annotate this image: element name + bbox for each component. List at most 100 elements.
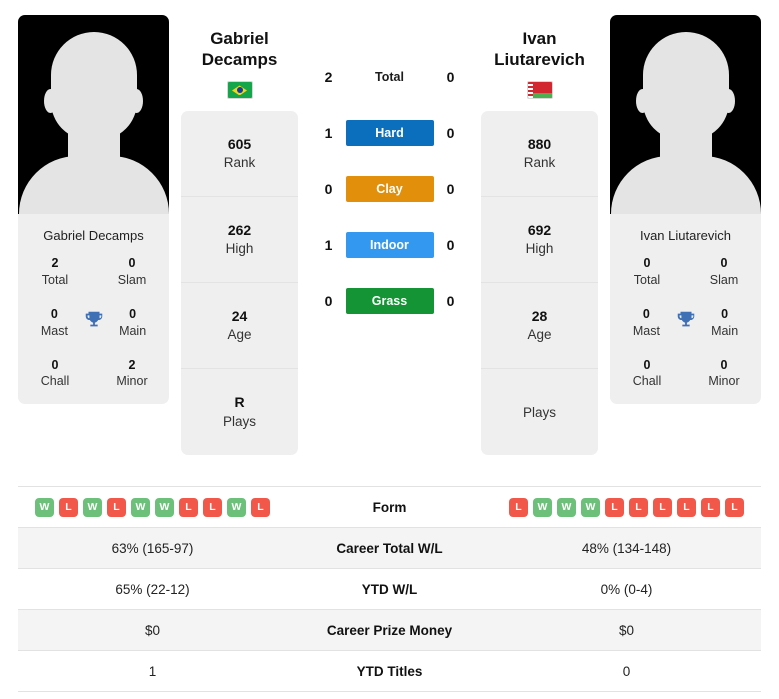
form-cell-right: LWWWLLLLLL [492, 497, 761, 517]
stat-label: Age [527, 327, 552, 343]
title-label: Main [711, 323, 739, 338]
form-badge-l[interactable]: L [251, 497, 270, 517]
h2h-left-score: 2 [324, 69, 333, 85]
form-badge-l[interactable]: L [605, 497, 624, 517]
title-stat-slam-right: 0 Slam [697, 255, 751, 289]
table-row-form: WLWLWWLLWL Form LWWWLLLLLL [18, 487, 761, 528]
form-badge-l[interactable]: L [629, 497, 648, 517]
form-badge-w[interactable]: W [533, 497, 552, 517]
stat-value: 24 [231, 307, 248, 324]
title-stat-minor-left: 2 Minor [105, 357, 159, 391]
value-left: 65% (22-12) [115, 581, 190, 597]
h2h-label-grass[interactable]: Grass [345, 288, 434, 314]
form-badge-w[interactable]: W [155, 497, 174, 517]
stat-age-left: 24 Age [181, 283, 298, 370]
player-name-right[interactable]: Ivan Liutarevich [494, 29, 585, 70]
h2h-row-hard: 1 Hard 0 [298, 119, 481, 147]
flag-brazil-icon [226, 81, 253, 100]
stat-label: High [225, 241, 254, 257]
h2h-label-total: Total [375, 70, 404, 84]
stat-value: 692 [527, 221, 552, 238]
stat-plays-left: R Plays [181, 369, 298, 455]
title-value: 0 [721, 306, 729, 321]
player-photo-card-left[interactable]: Gabriel Decamps 2 Total 0 Slam 0 Mast 0 … [18, 15, 169, 405]
table-row-ytd-titles: 1 YTD Titles 0 [18, 651, 761, 692]
form-badge-w[interactable]: W [131, 497, 150, 517]
form-badge-l[interactable]: L [203, 497, 222, 517]
titles-row: 2 Total 0 Slam [28, 255, 159, 289]
title-label: Minor [116, 374, 148, 389]
stat-age-right: 28 Age [481, 283, 598, 370]
title-stat-slam-left: 0 Slam [105, 255, 159, 289]
title-value: 0 [642, 306, 650, 321]
head-to-head-column: 2 Total 0 1 Hard 0 0 Clay 0 1 Indoor 0 0 [298, 15, 481, 315]
title-label: Slam [117, 272, 147, 287]
h2h-left-score: 0 [324, 293, 333, 309]
trophy-icon [81, 306, 106, 331]
form-badge-l[interactable]: L [701, 497, 720, 517]
h2h-right-score: 0 [446, 181, 455, 197]
form-cell-left: WLWLWWLLWL [18, 497, 287, 517]
titles-row: 0 Mast 0 Main [620, 306, 751, 340]
value-right: 48% (134-148) [581, 540, 672, 556]
player-name-left[interactable]: Gabriel Decamps [202, 29, 278, 70]
form-badge-l[interactable]: L [59, 497, 78, 517]
value-right: 0% (0-4) [600, 581, 653, 597]
player-info-right: Ivan Liutarevich 880 Rank 692 High 28 Ag… [481, 15, 598, 456]
h2h-label-indoor[interactable]: Indoor [345, 232, 434, 258]
silhouette-ear-right-icon [130, 89, 143, 113]
title-label: Chall [632, 374, 662, 389]
form-badge-w[interactable]: W [35, 497, 54, 517]
value-right: 0 [622, 663, 631, 679]
stat-value: R [234, 394, 245, 411]
player-photo-right [610, 15, 761, 214]
player-stats-left: 605 Rank 262 High 24 Age R Plays [181, 111, 298, 456]
row-label-form: Form [372, 499, 407, 515]
form-badge-w[interactable]: W [83, 497, 102, 517]
stat-plays-right: Plays [481, 369, 598, 455]
title-stat-total-right: 0 Total [620, 255, 674, 289]
stat-high-right: 692 High [481, 197, 598, 284]
titles-row: 0 Chall 2 Minor [28, 357, 159, 391]
row-label: YTD Titles [356, 663, 423, 679]
title-value: 0 [643, 357, 651, 372]
stat-value: 262 [227, 221, 252, 238]
form-badge-l[interactable]: L [677, 497, 696, 517]
title-stat-minor-right: 0 Minor [697, 357, 751, 391]
form-badge-w[interactable]: W [581, 497, 600, 517]
form-badges-right: LWWWLLLLLL [492, 497, 761, 517]
form-badge-l[interactable]: L [509, 497, 528, 517]
title-label: Chall [40, 374, 70, 389]
h2h-label-clay[interactable]: Clay [345, 176, 434, 202]
player-photo-name-right: Ivan Liutarevich [639, 228, 732, 243]
h2h-left-score: 1 [324, 125, 333, 141]
form-badge-w[interactable]: W [557, 497, 576, 517]
silhouette-body-icon [610, 156, 761, 214]
trophy-icon [673, 306, 698, 331]
form-badge-l[interactable]: L [653, 497, 672, 517]
player-photo-card-right[interactable]: Ivan Liutarevich 0 Total 0 Slam 0 Mast 0… [610, 15, 761, 405]
stat-label: Rank [223, 155, 256, 171]
form-badge-w[interactable]: W [227, 497, 246, 517]
titles-row: 0 Total 0 Slam [620, 255, 751, 289]
player-first-name: Ivan [522, 29, 557, 48]
title-value: 2 [51, 256, 59, 270]
form-badge-l[interactable]: L [179, 497, 198, 517]
title-value: 0 [51, 357, 59, 372]
h2h-label-hard[interactable]: Hard [345, 120, 434, 146]
h2h-row-indoor: 1 Indoor 0 [298, 231, 481, 259]
title-label: Main [119, 323, 147, 338]
flag-belarus-icon [526, 81, 553, 100]
title-stat-main-left: 0 Main [106, 306, 159, 340]
form-badge-l[interactable]: L [725, 497, 744, 517]
stat-label: High [525, 241, 554, 257]
player-last-name: Liutarevich [494, 49, 585, 69]
h2h-left-score: 1 [324, 237, 333, 253]
table-row-career-prize-money: $0 Career Prize Money $0 [18, 610, 761, 651]
h2h-right-score: 0 [446, 293, 455, 309]
title-label: Mast [632, 323, 660, 338]
player-photo-name-left: Gabriel Decamps [43, 228, 144, 243]
titles-row: 0 Mast 0 Main [28, 306, 159, 340]
h2h-left-score: 0 [324, 181, 333, 197]
form-badge-l[interactable]: L [107, 497, 126, 517]
